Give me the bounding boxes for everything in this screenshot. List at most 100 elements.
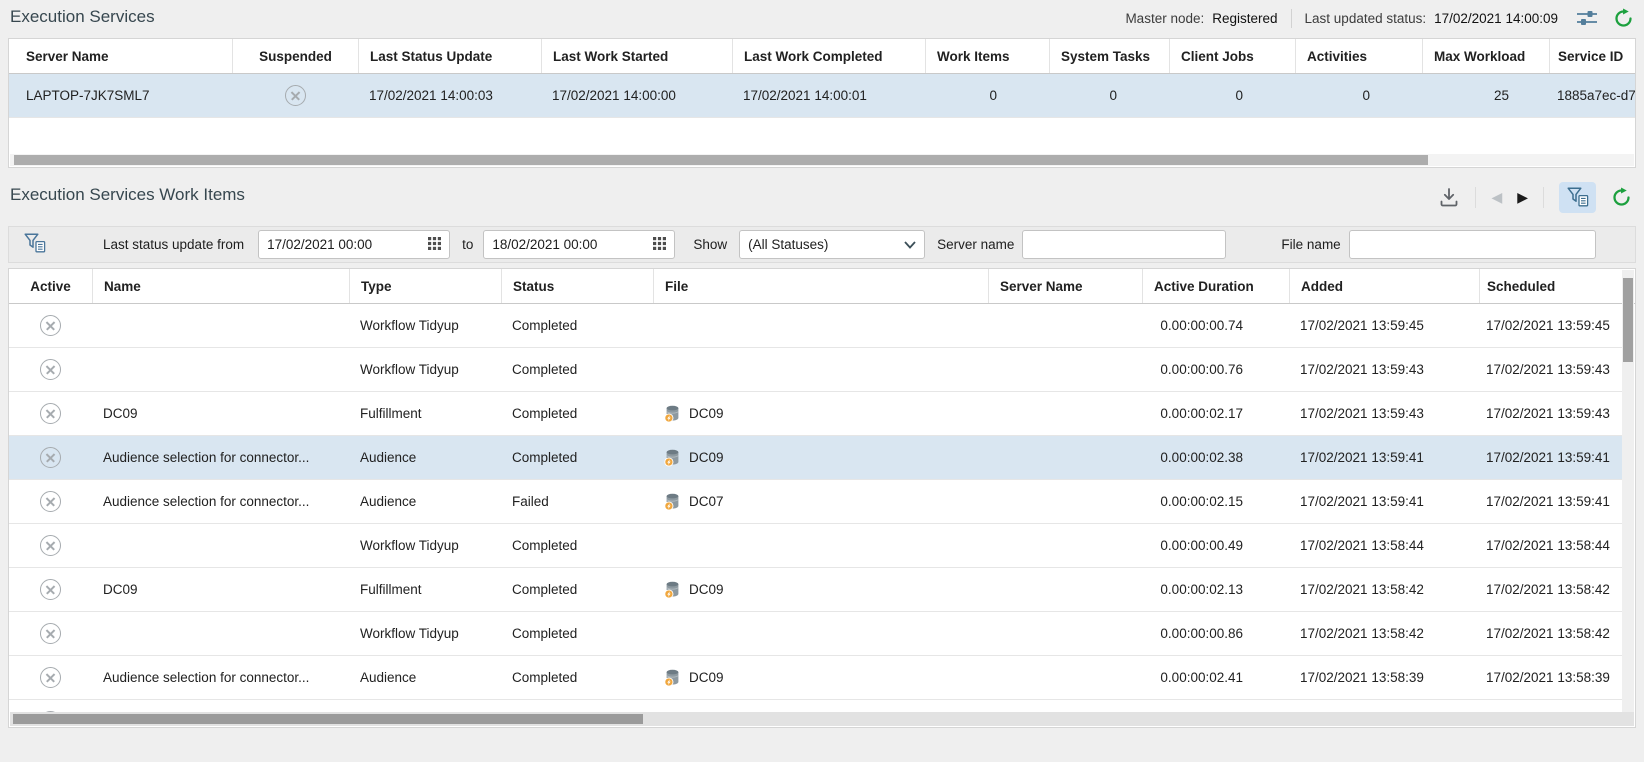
file-name-input[interactable] bbox=[1358, 237, 1587, 252]
active-circle-x-icon bbox=[40, 491, 61, 512]
col-last-status-update[interactable]: Last Status Update bbox=[358, 39, 541, 73]
col-scheduled[interactable]: Scheduled bbox=[1479, 269, 1635, 303]
cell-type: Fulfillment bbox=[349, 392, 501, 435]
table-row[interactable]: Workflow Tidyup Completed 0.00:00:00.76 … bbox=[9, 348, 1624, 392]
table-row[interactable]: DC09 Fulfillment Completed DC09 0.00:00:… bbox=[9, 392, 1624, 436]
col-system-tasks[interactable]: System Tasks bbox=[1049, 39, 1169, 73]
col-last-work-completed[interactable]: Last Work Completed bbox=[732, 39, 925, 73]
filter-list-toggle[interactable] bbox=[1559, 182, 1596, 213]
work-items-filter-bar: Last status update from to Show (All Sta… bbox=[8, 226, 1636, 263]
col-type[interactable]: Type bbox=[349, 269, 501, 303]
file-name-label: File name bbox=[1281, 237, 1340, 252]
calendar-grid-icon[interactable] bbox=[653, 237, 666, 253]
scrollbar-thumb[interactable] bbox=[14, 155, 1428, 165]
cell-status: Completed bbox=[501, 524, 653, 567]
col-status[interactable]: Status bbox=[501, 269, 653, 303]
refresh-icon[interactable] bbox=[1613, 8, 1634, 29]
cell-suspended bbox=[232, 74, 358, 117]
cell-status: Completed bbox=[501, 568, 653, 611]
work-items-title: Execution Services Work Items bbox=[10, 185, 245, 205]
table-row[interactable]: DC09 Fulfillment Completed DC09 0.00:00:… bbox=[9, 568, 1624, 612]
file-name-field[interactable] bbox=[1349, 230, 1596, 259]
cell-server-name bbox=[988, 568, 1142, 611]
col-max-workload[interactable]: Max Workload bbox=[1422, 39, 1549, 73]
server-name-field[interactable] bbox=[1022, 230, 1226, 259]
col-server-name[interactable]: Server Name bbox=[988, 269, 1142, 303]
cell-added: 17/02/2021 13:59:41 bbox=[1289, 436, 1479, 479]
cell-server-name bbox=[988, 656, 1142, 699]
cell-file: DC07 bbox=[653, 480, 988, 523]
cell-added: 17/02/2021 13:58:42 bbox=[1289, 568, 1479, 611]
cell-status: Failed bbox=[501, 700, 653, 712]
refresh-icon[interactable] bbox=[1611, 187, 1632, 208]
col-active-duration[interactable]: Active Duration bbox=[1142, 269, 1289, 303]
cell-last-status-update: 17/02/2021 14:00:03 bbox=[358, 74, 541, 117]
server-name-label: Server name bbox=[937, 237, 1014, 252]
cell-type: Workflow Tidyup bbox=[349, 348, 501, 391]
from-date-field[interactable] bbox=[258, 230, 450, 259]
active-circle-x-icon bbox=[40, 535, 61, 556]
col-last-work-started[interactable]: Last Work Started bbox=[541, 39, 732, 73]
cell-type: Audience bbox=[349, 480, 501, 523]
cell-file bbox=[653, 612, 988, 655]
col-client-jobs[interactable]: Client Jobs bbox=[1169, 39, 1295, 73]
execution-services-header: Execution Services Master node: Register… bbox=[0, 0, 1644, 36]
previous-arrow-icon[interactable]: ◀ bbox=[1491, 190, 1502, 204]
cell-status: Failed bbox=[501, 480, 653, 523]
table-row[interactable]: Audience selection for connector... Audi… bbox=[9, 656, 1624, 700]
cell-status: Completed bbox=[501, 656, 653, 699]
table-row[interactable]: Workflow Tidyup Completed 0.00:00:00.86 … bbox=[9, 612, 1624, 656]
cell-name: Audience selection for connector... bbox=[92, 480, 349, 523]
active-circle-x-icon bbox=[40, 579, 61, 600]
col-server-name[interactable]: Server Name bbox=[9, 39, 232, 73]
cell-name bbox=[92, 348, 349, 391]
col-file[interactable]: File bbox=[653, 269, 988, 303]
active-circle-x-icon bbox=[40, 447, 61, 468]
circle-x-icon bbox=[285, 85, 306, 106]
col-work-items[interactable]: Work Items bbox=[925, 39, 1049, 73]
work-items-table-header: Active Name Type Status File Server Name… bbox=[9, 269, 1635, 304]
cell-max-workload: 25 bbox=[1422, 74, 1549, 117]
table-row[interactable]: Workflow Tidyup Completed 0.00:00:00.49 … bbox=[9, 524, 1624, 568]
cell-name: DC09 bbox=[92, 568, 349, 611]
cell-server-name bbox=[988, 304, 1142, 347]
cell-client-jobs: 0 bbox=[1169, 74, 1295, 117]
col-active[interactable]: Active bbox=[9, 269, 92, 303]
status-dropdown[interactable]: (All Statuses) bbox=[739, 230, 925, 259]
calendar-grid-icon[interactable] bbox=[428, 237, 441, 253]
work-items-vertical-scrollbar[interactable] bbox=[1622, 270, 1634, 714]
cell-name: Audience selection for connector... bbox=[92, 436, 349, 479]
work-items-horizontal-scrollbar[interactable] bbox=[10, 712, 1634, 726]
scrollbar-thumb[interactable] bbox=[13, 714, 643, 724]
table-row[interactable]: Workflow Tidyup Completed 0.00:00:00.74 … bbox=[9, 304, 1624, 348]
table-row-partial[interactable]: Audience selection for connector... Audi… bbox=[9, 700, 1624, 712]
server-row[interactable]: LAPTOP-7JK7SML7 17/02/2021 14:00:03 17/0… bbox=[9, 74, 1635, 118]
cell-last-work-started: 17/02/2021 14:00:00 bbox=[541, 74, 732, 117]
to-date-input[interactable] bbox=[492, 237, 647, 252]
settings-sliders-icon[interactable] bbox=[1576, 9, 1598, 27]
servers-horizontal-scrollbar[interactable] bbox=[10, 154, 1634, 166]
download-icon[interactable] bbox=[1438, 186, 1460, 208]
col-service-id[interactable]: Service ID bbox=[1549, 39, 1635, 73]
cell-status: Completed bbox=[501, 392, 653, 435]
cell-server-name bbox=[988, 348, 1142, 391]
table-row[interactable]: Audience selection for connector... Audi… bbox=[9, 480, 1624, 524]
table-row-selected[interactable]: Audience selection for connector... Audi… bbox=[9, 436, 1624, 480]
cell-scheduled: 17/02/2021 13:58:42 bbox=[1479, 612, 1624, 655]
to-date-field[interactable] bbox=[483, 230, 675, 259]
cell-active-duration: 0.00:00:00.49 bbox=[1142, 524, 1289, 567]
col-activities[interactable]: Activities bbox=[1295, 39, 1422, 73]
next-arrow-icon[interactable]: ▶ bbox=[1517, 190, 1528, 204]
from-date-input[interactable] bbox=[267, 237, 422, 252]
scrollbar-thumb[interactable] bbox=[1623, 278, 1633, 362]
col-suspended[interactable]: Suspended bbox=[232, 39, 358, 73]
cell-work-items: 0 bbox=[925, 74, 1049, 117]
database-file-icon bbox=[664, 493, 680, 511]
col-added[interactable]: Added bbox=[1289, 269, 1479, 303]
col-name[interactable]: Name bbox=[92, 269, 349, 303]
cell-file bbox=[653, 304, 988, 347]
cell-active-duration: 0.00:00:02.15 bbox=[1142, 480, 1289, 523]
cell-server-name bbox=[988, 700, 1142, 712]
server-name-input[interactable] bbox=[1031, 237, 1217, 252]
cell-status: Completed bbox=[501, 348, 653, 391]
